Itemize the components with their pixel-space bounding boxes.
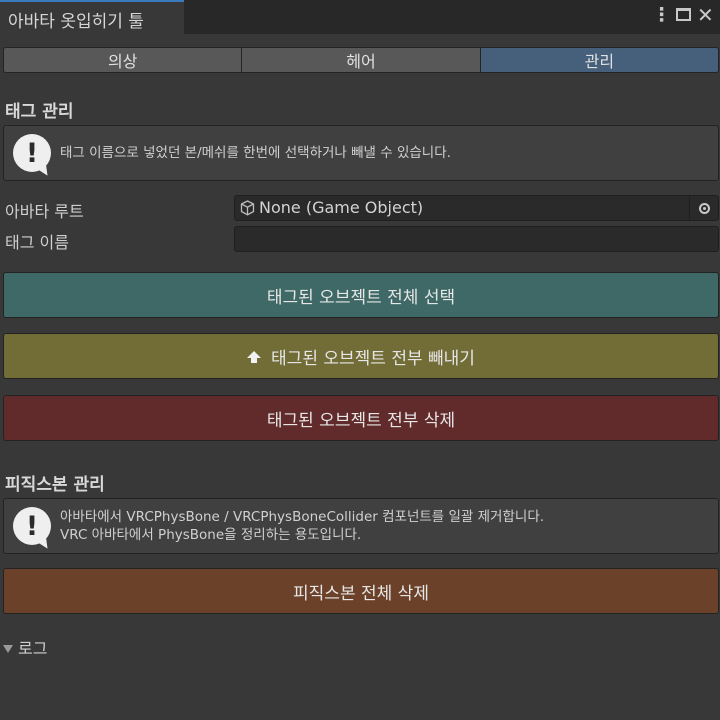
- kebab-menu-icon[interactable]: ⋮: [652, 5, 671, 25]
- foldout-arrow-icon: [3, 645, 13, 653]
- extract-tagged-objects-button[interactable]: 태그된 오브젝트 전부 빼내기: [3, 333, 719, 379]
- tab-clothing[interactable]: 의상: [4, 48, 243, 72]
- log-foldout[interactable]: 로그: [3, 635, 47, 659]
- physbone-help-line2: VRC 아바타에서 PhysBone을 정리하는 용도입니다.: [60, 527, 362, 543]
- object-picker-button[interactable]: [689, 196, 718, 220]
- window-tab[interactable]: 아바타 옷입히기 툴: [0, 0, 184, 34]
- extract-tagged-objects-label: 태그된 오브젝트 전부 빼내기: [271, 348, 475, 369]
- window-title: 아바타 옷입히기 툴: [8, 12, 144, 32]
- close-icon[interactable]: ✕: [697, 5, 714, 25]
- log-foldout-label: 로그: [18, 639, 48, 658]
- info-exclamation-icon: !: [13, 507, 51, 545]
- mode-tabs: 의상 헤어 관리: [3, 47, 719, 73]
- tab-manage[interactable]: 관리: [480, 48, 718, 72]
- game-object-cube-icon: [240, 200, 255, 216]
- avatar-root-value: None (Game Object): [259, 198, 424, 217]
- delete-physbones-button[interactable]: 피직스본 전체 삭제: [3, 568, 719, 614]
- tag-help-text: 태그 이름으로 넣었던 본/메쉬를 한번에 선택하거나 빼낼 수 있습니다.: [60, 145, 451, 161]
- physbone-help-line1: 아바타에서 VRCPhysBone / VRCPhysBoneCollider …: [60, 509, 545, 525]
- delete-tagged-objects-label: 태그된 오브젝트 전부 삭제: [266, 410, 456, 431]
- tag-help-box: ! 태그 이름으로 넣었던 본/메쉬를 한번에 선택하거나 빼낼 수 있습니다.: [3, 125, 719, 181]
- select-tagged-objects-button[interactable]: 태그된 오브젝트 전체 선택: [3, 272, 719, 318]
- window-tab-bar: 아바타 옷입히기 툴 ⋮ ✕: [0, 0, 720, 34]
- physbone-help-box: ! 아바타에서 VRCPhysBone / VRCPhysBoneCollide…: [3, 498, 719, 554]
- info-exclamation-icon: !: [13, 134, 51, 172]
- avatar-root-field[interactable]: None (Game Object): [234, 195, 719, 221]
- select-tagged-objects-label: 태그된 오브젝트 전체 선택: [266, 287, 456, 308]
- tag-name-label: 태그 이름: [5, 233, 69, 252]
- up-arrow-icon: [247, 350, 262, 363]
- physbone-section-title: 피직스본 관리: [5, 475, 105, 495]
- delete-tagged-objects-button[interactable]: 태그된 오브젝트 전부 삭제: [3, 395, 719, 441]
- tag-name-input[interactable]: [234, 226, 719, 252]
- maximize-icon[interactable]: [676, 8, 691, 21]
- avatar-root-label: 아바타 루트: [5, 202, 84, 221]
- tag-section-title: 태그 관리: [5, 102, 74, 122]
- object-picker-icon: [698, 202, 710, 214]
- tab-hair[interactable]: 헤어: [242, 48, 481, 72]
- delete-physbones-label: 피직스본 전체 삭제: [293, 583, 429, 604]
